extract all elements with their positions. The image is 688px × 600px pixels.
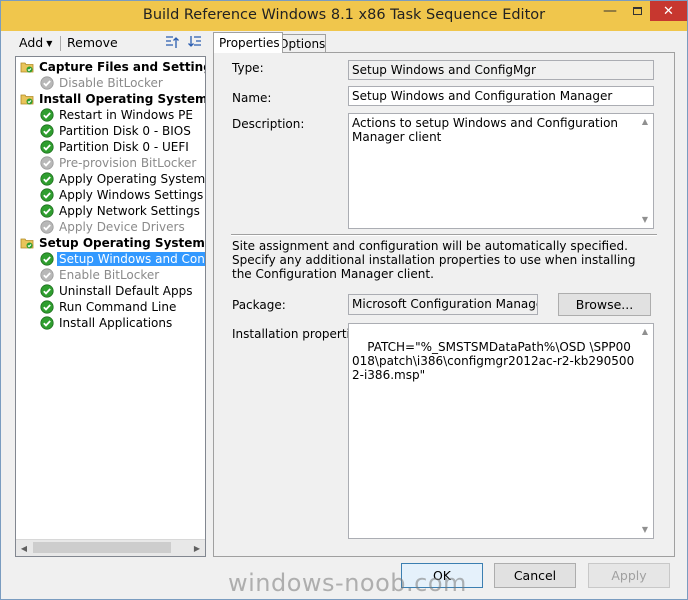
green-check-icon [40,124,57,138]
title-bar[interactable]: Build Reference Windows 8.1 x86 Task Seq… [1,1,687,31]
section-divider [231,234,657,236]
close-icon: ✕ [663,3,674,19]
tree-item-label: Enable BitLocker [59,268,160,282]
name-input[interactable]: Setup Windows and Configuration Manager [348,86,654,106]
tree-item-label: Apply Network Settings [59,204,200,218]
installation-properties-text: PATCH="%_SMSTSMDataPath%\OSD \SPP00018\p… [352,340,635,382]
add-label: Add [19,35,44,50]
description-label: Description: [232,117,305,131]
add-menu-button[interactable]: Add ▼ [19,35,52,50]
disabled-check-icon [40,220,57,234]
maximize-icon [632,7,642,15]
toolbar-divider [60,36,61,51]
package-field: Microsoft Configuration Manager Client [348,294,538,315]
tree-item-label: Setup Windows and Configura [56,251,205,267]
browse-button[interactable]: Browse... [558,293,651,316]
cancel-button[interactable]: Cancel [494,563,576,588]
tree-step[interactable]: Setup Windows and Configura [40,251,205,267]
tree-item-label: Install Operating System [39,92,206,106]
tree-item-label: Capture Files and Settings [39,60,206,74]
folder-icon [20,60,37,74]
tree-item-label: Apply Operating System [59,172,206,186]
tree-step[interactable]: Apply Operating System [40,171,206,187]
tree-step[interactable]: Partition Disk 0 - BIOS [40,123,193,139]
package-label: Package: [232,298,286,312]
task-sequence-editor-window: Build Reference Windows 8.1 x86 Task Seq… [0,0,688,600]
scroll-up-icon[interactable]: ▲ [637,114,653,130]
description-text: Actions to setup Windows and Configurati… [352,116,619,144]
tree-item-label: Partition Disk 0 - BIOS [59,124,191,138]
maximize-button[interactable] [624,1,650,21]
tree-item-label: Run Command Line [59,300,177,314]
green-check-icon [40,252,57,266]
tree-step[interactable]: Run Command Line [40,299,178,315]
scroll-down-icon[interactable]: ▼ [637,522,653,538]
tree-step[interactable]: Enable BitLocker [40,267,161,283]
tree-step[interactable]: Disable BitLocker [40,75,165,91]
tree-step[interactable]: Pre-provision BitLocker [40,155,198,171]
scroll-thumb[interactable] [33,542,171,553]
type-field: Setup Windows and ConfigMgr [348,60,654,80]
installation-properties-textarea[interactable]: PATCH="%_SMSTSMDataPath%\OSD \SPP00018\p… [348,323,654,539]
folder-icon [20,92,37,106]
tree-item-label: Apply Windows Settings [59,188,204,202]
move-down-icon[interactable] [187,34,203,50]
tree-group[interactable]: Setup Operating System [20,235,205,251]
green-check-icon [40,108,57,122]
minimize-button[interactable]: — [596,1,624,21]
tree-item-label: Disable BitLocker [59,76,163,90]
green-check-icon [40,300,57,314]
remove-button[interactable]: Remove [67,35,118,50]
task-sequence-tree[interactable]: Capture Files and Settings Disable BitLoc… [15,56,206,557]
green-check-icon [40,140,57,154]
move-up-icon[interactable] [164,34,180,50]
window-title: Build Reference Windows 8.1 x86 Task Seq… [142,7,546,23]
dropdown-arrow-icon: ▼ [46,39,53,48]
disabled-check-icon [40,76,57,90]
type-label: Type: [232,61,264,75]
tree-step[interactable]: Apply Windows Settings [40,187,205,203]
tab-properties[interactable]: Properties [213,32,283,53]
tree-item-label: Partition Disk 0 - UEFI [59,140,189,154]
green-check-icon [40,316,57,330]
scroll-left-icon[interactable]: ◀ [16,540,32,556]
tree-item-label: Pre-provision BitLocker [59,156,197,170]
tree-group[interactable]: Install Operating System [20,91,206,107]
tree-item-label: Restart in Windows PE [59,108,193,122]
tree-step[interactable]: Partition Disk 0 - UEFI [40,139,191,155]
client-info-text: Site assignment and configuration will b… [232,239,636,281]
disabled-check-icon [40,156,57,170]
scroll-right-icon[interactable]: ▶ [189,540,205,556]
close-button[interactable]: ✕ [650,1,687,21]
green-check-icon [40,172,57,186]
tree-step[interactable]: Restart in Windows PE [40,107,195,123]
tree-item-label: Uninstall Default Apps [59,284,193,298]
disabled-check-icon [40,268,57,282]
folder-icon [20,236,37,250]
description-scrollbar[interactable]: ▲ ▼ [637,114,653,228]
green-check-icon [40,188,57,202]
tree-item-label: Setup Operating System [39,236,205,250]
green-check-icon [40,284,57,298]
tree-horizontal-scrollbar[interactable]: ◀ ▶ [16,539,205,556]
watermark-text: windows-noob.com [228,569,467,597]
scroll-down-icon[interactable]: ▼ [637,212,653,228]
description-textarea[interactable]: Actions to setup Windows and Configurati… [348,113,654,229]
name-label: Name: [232,91,272,105]
green-check-icon [40,204,57,218]
tree-step[interactable]: Uninstall Default Apps [40,283,194,299]
apply-button[interactable]: Apply [588,563,670,588]
tree-step[interactable]: Apply Device Drivers [40,219,187,235]
installation-properties-scrollbar[interactable]: ▲ ▼ [637,324,653,538]
scroll-up-icon[interactable]: ▲ [637,324,653,340]
tree-step[interactable]: Apply Network Settings [40,203,202,219]
tree-group[interactable]: Capture Files and Settings [20,59,206,75]
sequence-toolbar: Add ▼ Remove [15,33,205,53]
minimize-icon: — [603,3,617,19]
tree-item-label: Apply Device Drivers [59,220,185,234]
tree-item-label: Install Applications [59,316,173,330]
tree-step[interactable]: Install Applications [40,315,174,331]
